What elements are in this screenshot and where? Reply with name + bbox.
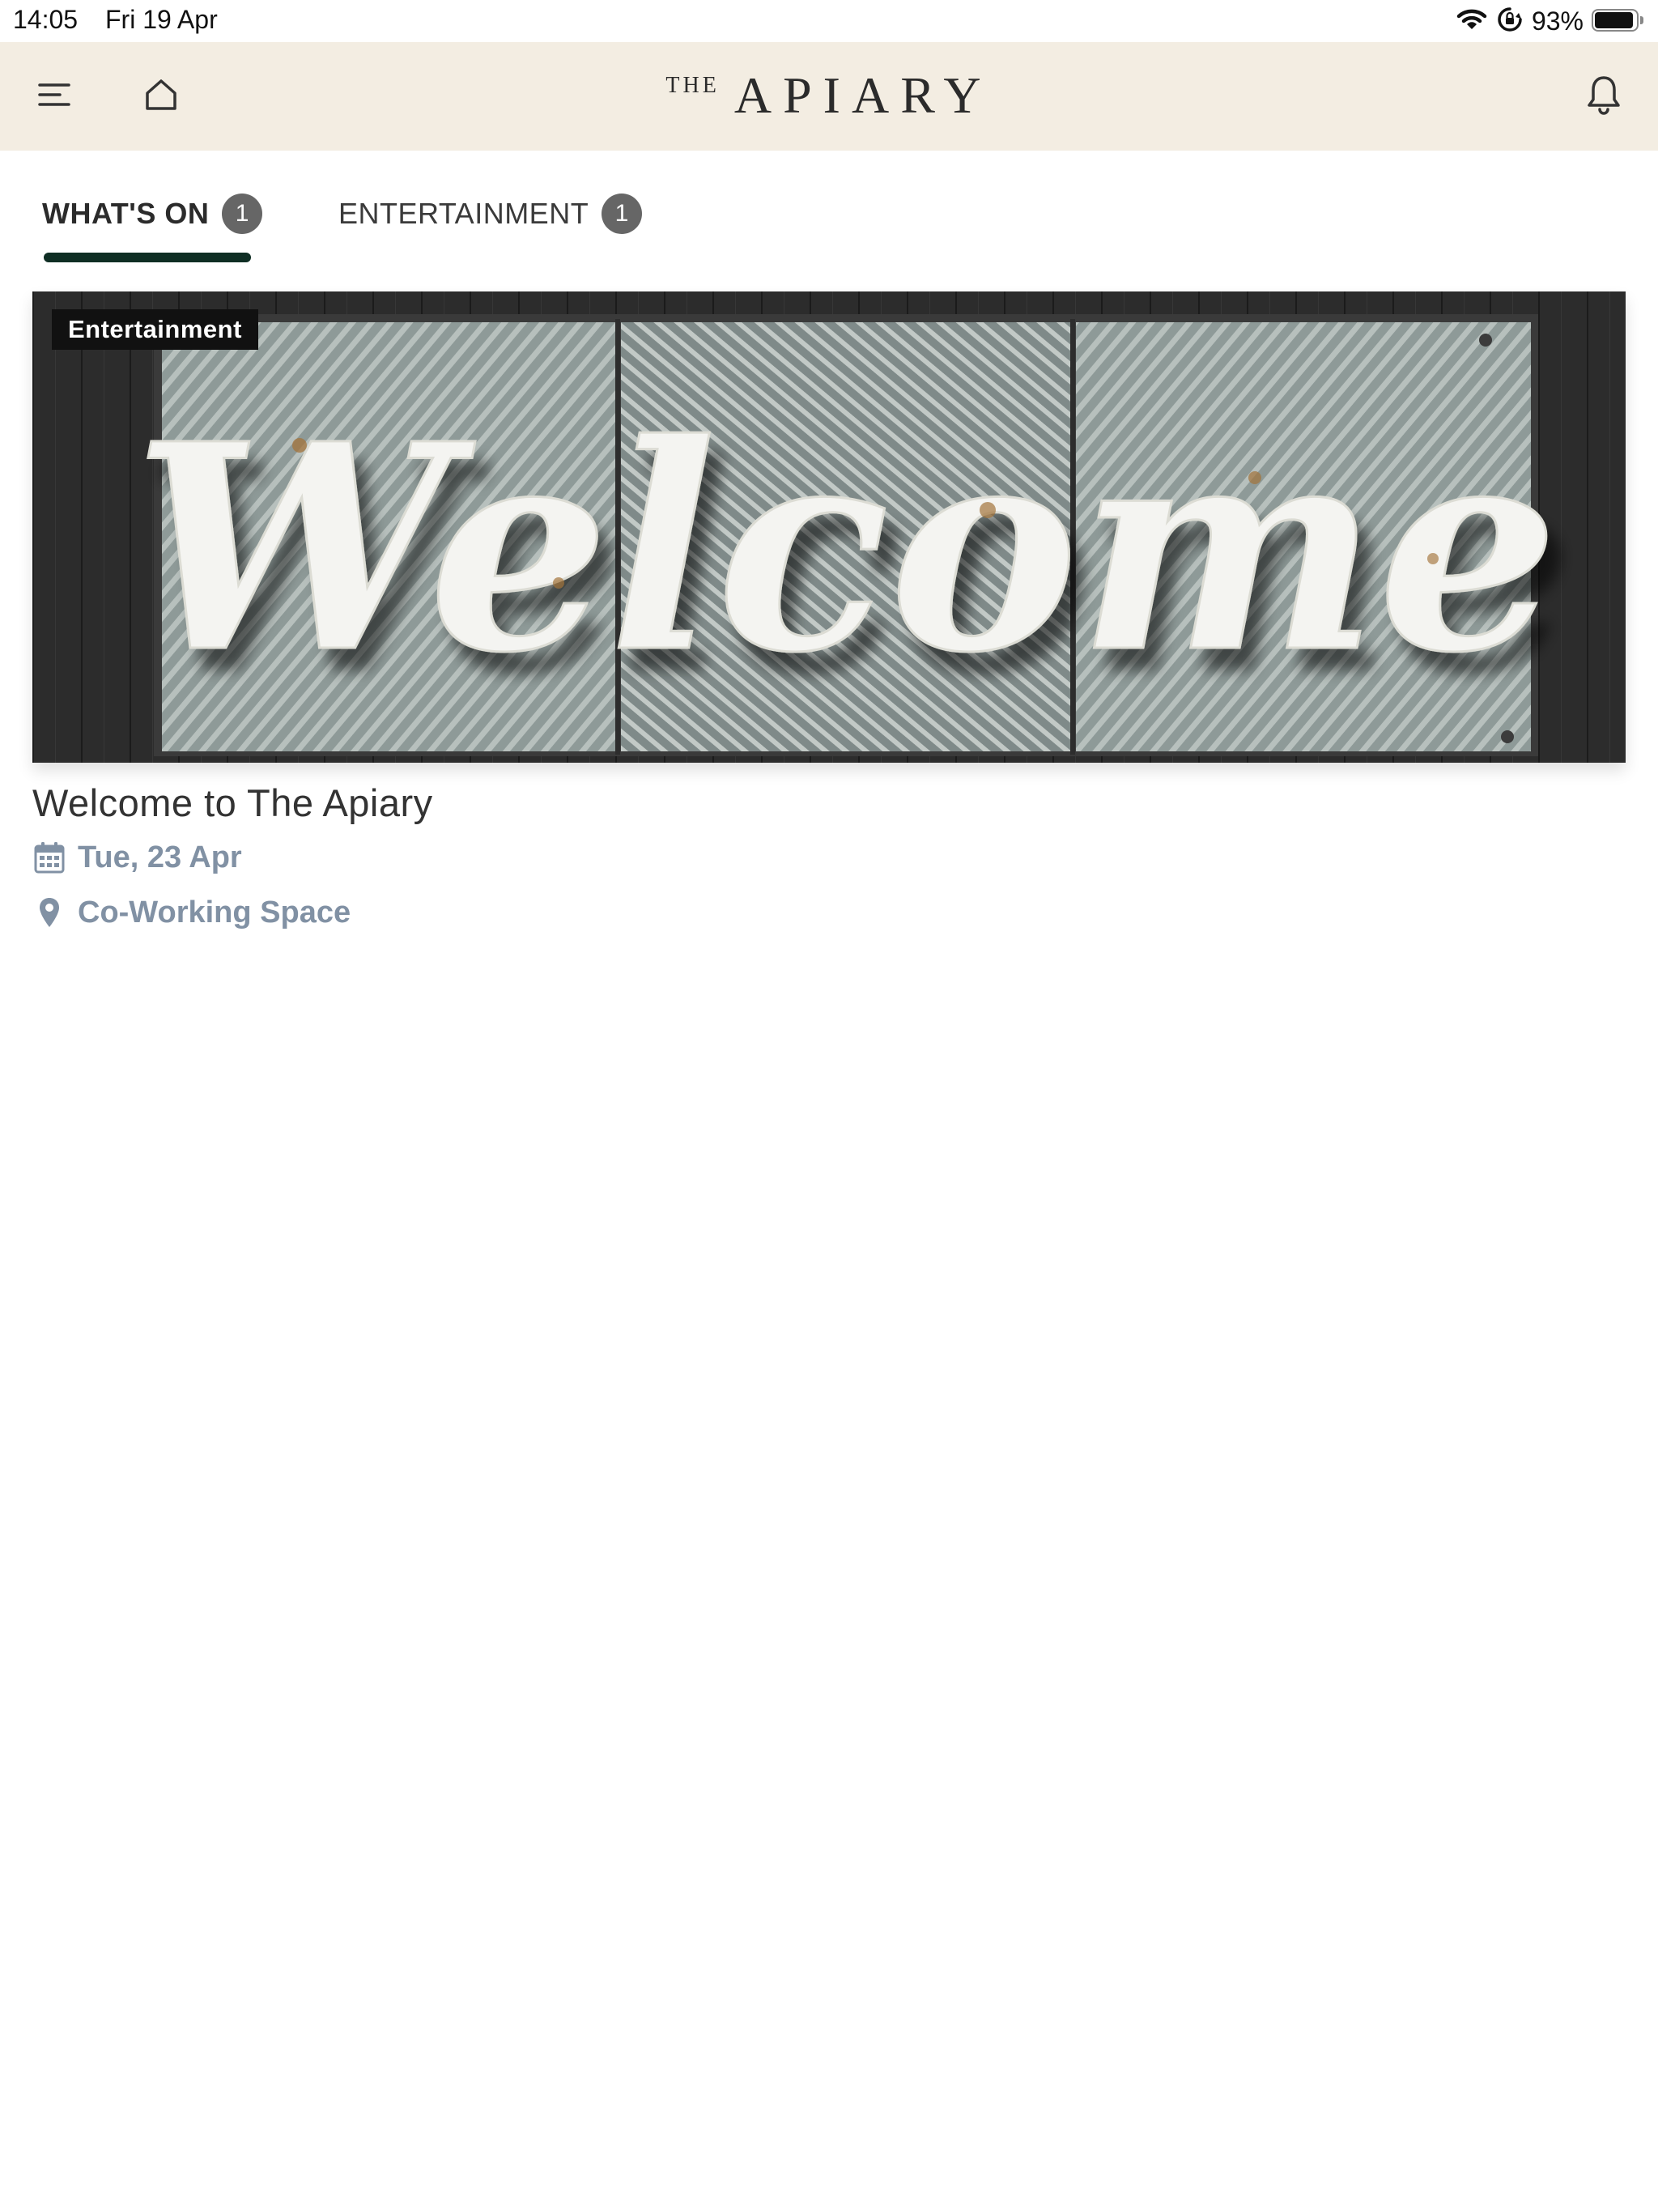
event-card[interactable]: Welcome Entertainment Welcome to The Api… [32, 291, 1626, 935]
battery-icon [1592, 9, 1645, 33]
status-date: Fri 19 Apr [105, 5, 218, 34]
battery-percentage: 93% [1531, 6, 1584, 36]
logo-the: THE [665, 73, 720, 98]
calendar-icon [32, 840, 66, 874]
sign-text: Welcome [134, 381, 1558, 715]
event-location-text: Co-Working Space [78, 895, 351, 929]
tab-count-badge: 1 [222, 194, 263, 234]
status-bar: 14:05 Fri 19 Apr 93% [0, 0, 1658, 42]
location-pin-icon [32, 895, 66, 929]
status-indicators: 93% [1456, 5, 1645, 37]
active-tab-indicator [44, 253, 251, 262]
app-header: THE APIARY [0, 42, 1658, 151]
tab-count-badge: 1 [602, 194, 643, 234]
category-tag: Entertainment [52, 309, 258, 350]
bell-icon [1587, 74, 1621, 119]
tab-label: ENTERTAINMENT [338, 197, 589, 230]
tab-label: WHAT'S ON [42, 197, 210, 230]
tab-whats-on[interactable]: WHAT'S ON 1 [42, 181, 263, 246]
app-logo: THE APIARY [0, 70, 1658, 121]
notifications-button[interactable] [1567, 60, 1640, 133]
event-location: Co-Working Space [32, 890, 1626, 935]
event-title: Welcome to The Apiary [32, 781, 433, 824]
wifi-icon [1456, 6, 1488, 36]
category-tabs: WHAT'S ON 1 ENTERTAINMENT 1 [0, 151, 1658, 272]
event-date-text: Tue, 23 Apr [78, 840, 242, 874]
rotation-lock-icon [1496, 6, 1524, 37]
event-date: Tue, 23 Apr [32, 835, 1626, 880]
tab-entertainment[interactable]: ENTERTAINMENT 1 [338, 181, 643, 246]
logo-apiary: APIARY [733, 66, 993, 124]
status-time: 14:05 [13, 5, 79, 34]
event-image: Welcome Entertainment [32, 291, 1626, 763]
